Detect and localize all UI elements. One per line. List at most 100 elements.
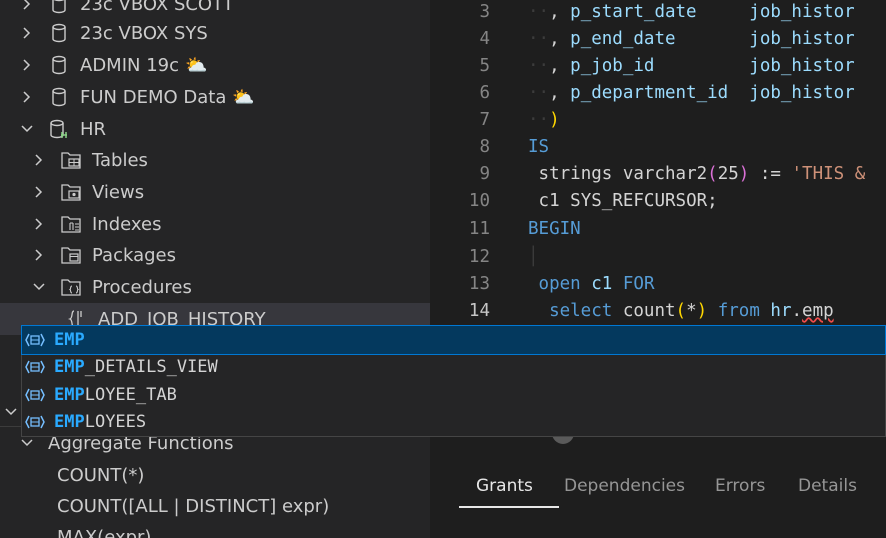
database-icon [48,0,70,15]
code-identifier: job_histor [749,1,855,22]
code-keyword: select [549,300,613,321]
folder-views[interactable]: Views [32,176,144,208]
code-line[interactable]: 10 c1 SYS_REFCURSOR; [430,187,718,214]
code-identifier: p_department_id [570,82,729,103]
snippet-item[interactable]: COUNT(*) [57,459,144,491]
line-number: 11 [468,218,490,239]
snippet-label: COUNT([ALL | DISTINCT] expr) [57,495,330,517]
database-icon [48,22,70,44]
connection-label: HR [80,118,107,140]
chevron-down-icon [20,122,34,136]
database-icon [48,54,70,76]
code-text: , [549,82,571,103]
chevron-right-icon [20,0,34,11]
line-number: 4 [479,28,490,49]
connection-hr[interactable]: HR [20,113,106,145]
chevron-down-icon [5,408,17,416]
chevron-right-icon [32,153,46,167]
code-identifier: job_histor [749,55,855,76]
database-connected-icon [48,118,70,140]
cloud-icon: ⛅ [232,86,255,108]
code-keyword: FOR [622,273,655,294]
suggestion-match: EMP [54,329,85,350]
code-editor[interactable]: 3 ··, p_start_date job_histor 4 ··, p_end_… [430,0,886,538]
indent-guide: ·· [528,109,550,130]
line-number: 8 [479,136,490,157]
code-identifier: p_job_id [570,55,655,76]
suggestion-match: EMP [54,357,85,378]
code-line[interactable]: 11 BEGIN [430,215,581,242]
connection-label: 23c VBOX SCOTT [80,0,234,15]
code-line[interactable]: 4 ··, p_end_date job_histor [430,25,854,52]
code-keyword: from [717,300,760,321]
code-number: 25 [717,163,739,184]
suggestion-rest: LOYEE_TAB [84,384,177,405]
line-number: 6 [479,82,490,103]
folder-procedures[interactable]: Procedures [32,271,192,303]
tab-dependencies[interactable]: Dependencies [564,476,685,496]
chevron-right-icon [20,26,34,40]
code-keyword: IS [528,136,550,157]
code-line[interactable]: 8 IS [430,133,549,160]
code-line[interactable]: 13 open c1 FOR [430,270,655,297]
code-paren: ) [549,109,560,130]
chevron-right-icon [32,248,46,262]
code-paren: ( [707,163,718,184]
code-operator: := [759,163,781,184]
code-string: 'THIS & [791,163,866,184]
tables-icon [60,149,82,171]
line-number: 13 [468,273,490,294]
connection-23c-vbox-sys[interactable]: 23c VBOX SYS [20,17,208,49]
connection-admin-19c[interactable]: ADMIN 19c ⛅ [20,49,207,81]
suggestion-item[interactable]: EMP _DETAILS_VIEW [22,354,885,382]
chevron-right-icon [32,217,46,231]
chevron-right-icon [20,90,34,104]
table-suggestion-icon [24,331,46,349]
snippet-item[interactable]: COUNT([ALL | DISTINCT] expr) [57,490,329,522]
chevron-right-icon [32,185,46,199]
code-line[interactable]: 5 ··, p_job_id job_histor [430,52,855,79]
line-number: 9 [479,163,490,184]
views-icon [60,181,82,203]
suggestion-item[interactable]: EMP LOYEE_TAB [22,381,885,409]
connection-fun-demo-data[interactable]: FUN DEMO Data ⛅ [20,81,255,113]
suggestion-item[interactable]: EMP [21,325,886,355]
tab-details[interactable]: Details [798,476,857,496]
code-keyword: BEGIN [528,218,581,239]
code-identifier: c1 [591,273,613,294]
folder-packages[interactable]: Packages [32,239,176,271]
folder-indexes[interactable]: Indexes [32,208,161,240]
connections-panel: 23c VBOX SCOTT 23c VBOX SYS ADMIN 19c ⛅ … [0,0,430,538]
folder-tables[interactable]: Tables [32,144,148,176]
code-line[interactable]: 7 ··) [430,106,560,133]
folder-label: Views [92,181,145,203]
suggestion-match: EMP [54,384,85,405]
code-paren: ) [696,300,708,321]
suggestion-match: EMP [54,412,85,433]
indent-guide: ·· [528,55,550,76]
autocomplete-popup[interactable]: EMP EMP _DETAILS_VIEW EMP LOYEE_TAB EMP LOY… [21,325,886,437]
suggestion-rest: LOYEES [84,412,147,433]
line-number: 12 [468,246,490,267]
code-identifier: c1 [538,190,560,211]
suggestion-item[interactable]: EMP LOYEES [22,409,885,437]
tab-active-underline [459,506,559,508]
tab-grants[interactable]: Grants [476,476,533,496]
code-line[interactable]: 3 ··, p_start_date job_histor [430,0,855,25]
code-line[interactable]: 12 │ [430,243,539,270]
tab-errors[interactable]: Errors [715,476,765,496]
code-line[interactable]: 6 ··, p_department_id job_histor [430,79,854,106]
bottom-panel [430,455,886,538]
cloud-icon: ⛅ [185,54,208,76]
snippet-item[interactable]: MAX(expr) [57,521,151,538]
snippets-collapse-chevron[interactable] [4,404,18,423]
line-number: 5 [479,55,490,76]
indent-guide: ·· [528,1,550,22]
code-partial-identifier: emp [802,300,834,321]
code-line[interactable]: 9 strings varchar2(25) := 'THIS & [430,160,865,187]
code-line-current[interactable]: 14 select count(*) from hr. emp [430,297,834,324]
code-paren: ( [675,300,687,321]
